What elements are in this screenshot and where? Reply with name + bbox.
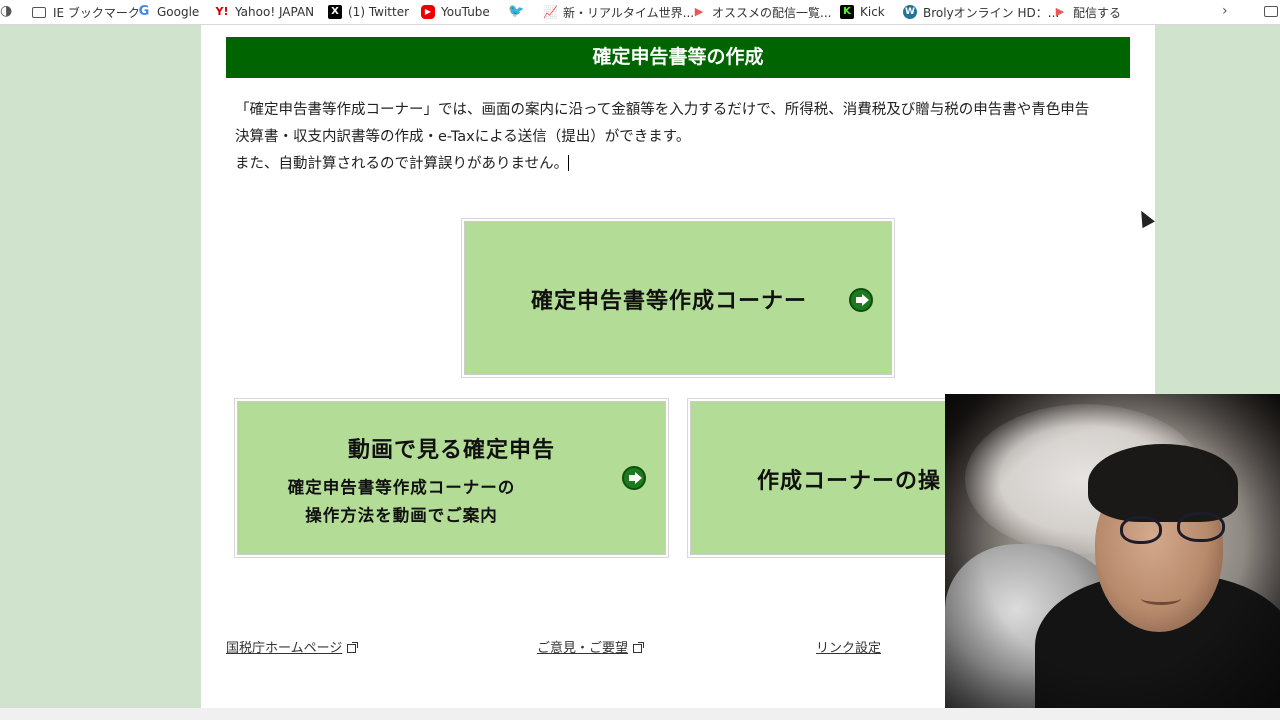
- text-caret: [568, 155, 570, 171]
- yahoo-icon: Y!: [215, 5, 229, 18]
- video-guide-title: 動画で見る確定申告: [347, 438, 555, 463]
- external-link-icon: [347, 642, 359, 653]
- folder-icon: [32, 6, 46, 18]
- intro-text: 「確定申告書等作成コーナー」では、画面の案内に沿って金額等を入力するだけで、所得…: [235, 97, 1125, 178]
- stream-icon: ▶: [694, 5, 704, 18]
- intro-line-1: 「確定申告書等作成コーナー」では、画面の案内に沿って金額等を入力するだけで、所得…: [235, 102, 1090, 118]
- bookmark-haishin[interactable]: ▶ 配信する: [1053, 0, 1121, 24]
- bookmark-osusume[interactable]: ▶ オススメの配信一覧...: [692, 0, 832, 24]
- bookmarks-bar: ◑ IE ブックマーク G Google Y! Yahoo! JAPAN X (…: [0, 0, 1280, 25]
- nta-homepage-link[interactable]: 国税庁ホームページ: [226, 637, 359, 656]
- chart-icon: 📈: [543, 5, 558, 19]
- feedback-link[interactable]: ご意見・ご要望: [537, 637, 645, 656]
- wordpress-icon: W: [903, 5, 917, 19]
- google-icon: G: [138, 4, 150, 19]
- filing-corner-button[interactable]: 確定申告書等作成コーナー: [464, 221, 892, 375]
- kick-icon: K: [840, 5, 854, 19]
- video-guide-subtitle: 確定申告書等作成コーナーの 操作方法を動画でご案内: [287, 478, 516, 525]
- bookmark-realtime[interactable]: 📈 新・リアルタイム世界...: [543, 0, 694, 24]
- arrow-right-icon: [849, 288, 873, 312]
- intro-line-2: 決算書・収支内訳書等の作成・e-Taxによる送信（提出）ができます。: [235, 129, 691, 145]
- webcam-overlay: [945, 394, 1280, 708]
- bottom-strip: [0, 708, 1280, 720]
- chevron-right-icon[interactable]: ›: [1222, 3, 1228, 19]
- x-icon: X: [328, 5, 342, 19]
- bookmark-yahoo[interactable]: Y! Yahoo! JAPAN: [215, 0, 315, 24]
- section-title: 確定申告書等の作成: [226, 37, 1130, 78]
- folder-icon[interactable]: [1264, 6, 1278, 17]
- youtube-icon: ▶: [421, 5, 435, 19]
- filing-corner-label: 確定申告書等作成コーナー: [531, 289, 808, 314]
- bookmark-youtube[interactable]: ▶ YouTube: [421, 0, 490, 24]
- link-settings-link[interactable]: リンク設定: [816, 637, 881, 656]
- twitter-bird-icon: 🐦: [508, 4, 525, 19]
- bookmark-twitter-bird[interactable]: 🐦: [508, 0, 528, 24]
- intro-line-3: また、自動計算されるので計算誤りがありません。: [235, 155, 570, 172]
- video-guide-button[interactable]: 動画で見る確定申告 確定申告書等作成コーナーの 操作方法を動画でご案内: [237, 401, 666, 555]
- bookmark-twitter[interactable]: X (1) Twitter: [328, 0, 409, 24]
- bookmark-google[interactable]: G Google: [137, 0, 200, 24]
- bookmark-ie[interactable]: IE ブックマーク: [32, 0, 140, 24]
- bookmark-kick[interactable]: K Kick: [840, 0, 885, 24]
- bookmark-broly[interactable]: W Brolyオンライン HD：...: [903, 0, 1059, 24]
- operation-guide-label: 作成コーナーの操: [757, 469, 942, 494]
- external-link-icon: [633, 642, 645, 653]
- stream-icon: ▶: [1055, 5, 1065, 18]
- partial-icon: ◑: [0, 3, 13, 19]
- arrow-right-icon: [622, 466, 646, 490]
